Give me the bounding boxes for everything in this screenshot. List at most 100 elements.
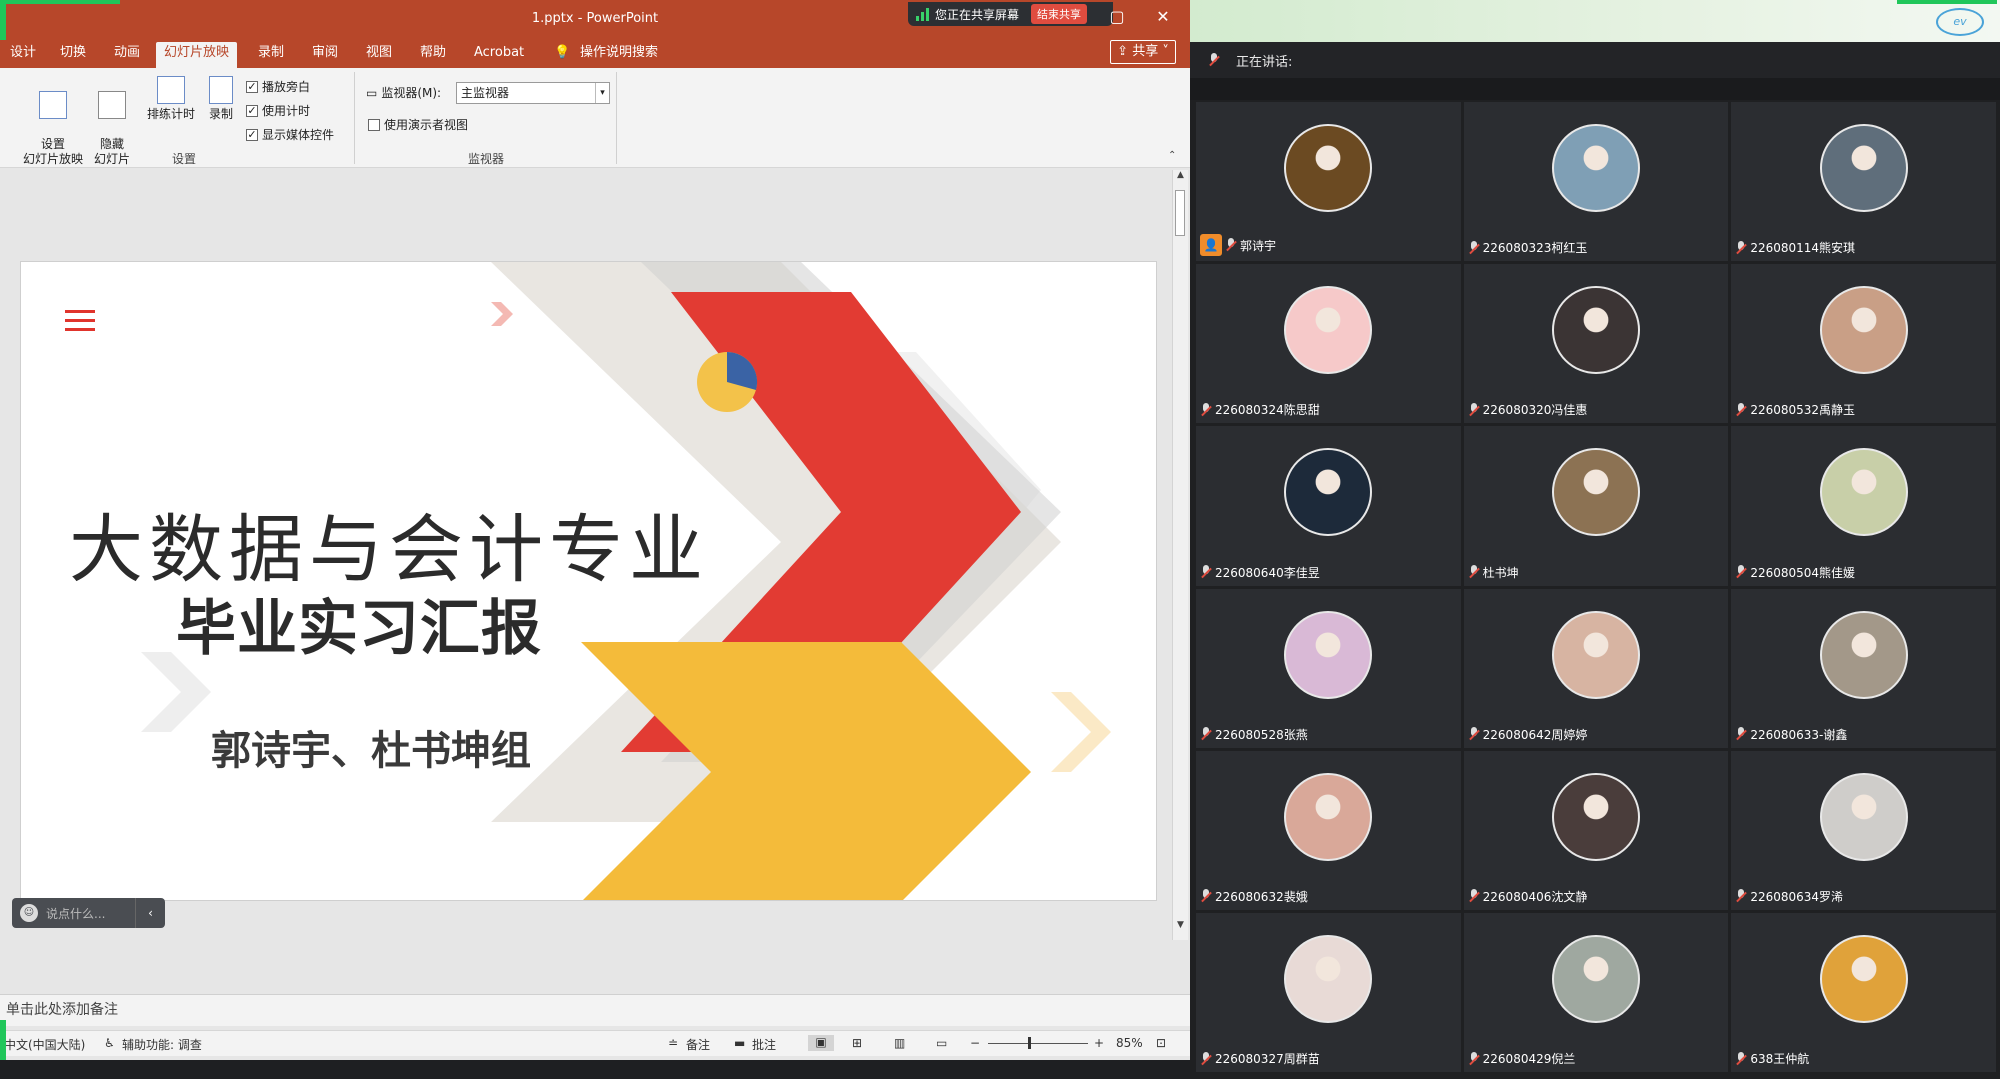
screen-share-banner: 您正在共享屏幕 结束共享 [908,2,1113,26]
tab-view[interactable]: 视图 [362,42,396,68]
zoom-level[interactable]: 85% [1116,1036,1143,1050]
notes-button[interactable]: 备注 [686,1036,710,1053]
participant-name-row: 226080528张燕 [1200,726,1308,743]
participant-name: 226080114熊安琪 [1750,241,1856,256]
participant-tile[interactable]: 226080429倪兰 [1463,912,1729,1072]
share-button[interactable]: ⇪ 共享 ˅ [1110,40,1176,64]
emoji-icon[interactable]: ☺ [20,904,38,922]
participant-name: 226080633-谢鑫 [1750,727,1848,742]
show-media-controls-checkbox[interactable]: ✓ 显示媒体控件 [246,126,334,143]
slide-canvas[interactable]: 大数据与会计专业 毕业实习汇报 郭诗宇、杜书坤组 [20,261,1157,901]
status-bar: 中文(中国大陆) ♿ 辅助功能: 调查 ≐ 备注 ▬ 批注 ▣ ⊞ ▥ ▭ − … [0,1030,1190,1056]
scroll-up-icon[interactable]: ▲ [1173,170,1188,184]
avatar [1284,286,1373,375]
tell-me-search[interactable]: 操作说明搜索 [576,42,662,68]
slide-sorter-icon[interactable]: ⊞ [852,1036,862,1050]
mic-off-icon [1200,565,1212,579]
rehearse-timings-button[interactable]: 排练计时 [142,76,200,122]
monitor-select[interactable]: 主监视器 ▾ [456,82,610,104]
record-button[interactable]: 录制 [204,76,238,122]
participant-name-row: 杜书坤 [1468,564,1519,581]
participant-tile[interactable]: 226080632裴娥 [1196,750,1461,910]
play-narration-checkbox[interactable]: ✓ 播放旁白 [246,78,310,95]
zoom-slider-thumb[interactable] [1028,1037,1031,1049]
zoom-out-icon[interactable]: − [970,1036,980,1050]
participant-tile[interactable]: 638王仲航 [1731,912,1996,1072]
tab-animations[interactable]: 动画 [110,42,144,68]
participant-name-row: 638王仲航 [1735,1050,1809,1067]
comments-button[interactable]: 批注 [752,1036,776,1053]
avatar [1284,934,1373,1023]
hide-slide-button[interactable]: 隐藏 幻灯片 [90,76,134,167]
participant-name-row: 226080406沈文静 [1468,888,1587,905]
hide-slide-label: 隐藏 幻灯片 [93,137,130,166]
accessibility-status[interactable]: 辅助功能: 调查 [122,1036,202,1053]
collapse-ribbon-icon[interactable]: ⌃ [1168,150,1176,161]
divider [354,72,355,164]
setup-slideshow-icon [39,91,67,119]
comment-input[interactable]: ☺ 说点什么... ‹ [12,898,165,928]
normal-view-icon[interactable]: ▣ [808,1035,834,1051]
use-timings-checkbox[interactable]: ✓ 使用计时 [246,102,310,119]
language-indicator[interactable]: 中文(中国大陆) [4,1036,85,1053]
capture-corner [0,0,6,40]
participant-tile[interactable]: 226080324陈思甜 [1196,264,1461,424]
tab-review[interactable]: 审阅 [308,42,342,68]
mic-off-icon [1200,889,1212,903]
participant-tile[interactable]: 226080640李佳昱 [1196,426,1461,586]
participant-name-row: 226080632裴娥 [1200,888,1308,905]
participant-tile[interactable]: 👤 郭诗宇 [1196,102,1461,262]
fit-slide-icon[interactable]: ⊡ [1156,1036,1166,1050]
participant-tile[interactable]: 226080406沈文静 [1463,750,1729,910]
participant-tile[interactable]: 226080633-谢鑫 [1731,588,1996,748]
tab-help[interactable]: 帮助 [416,42,450,68]
chevron-left-icon[interactable]: ‹ [135,898,165,928]
zoom-in-icon[interactable]: + [1094,1036,1104,1050]
participant-name: 226080528张燕 [1215,727,1308,742]
avatar [1819,610,1908,699]
tab-transitions[interactable]: 切换 [56,42,90,68]
presenter-view-checkbox[interactable]: 使用演示者视图 [368,116,468,133]
end-share-button[interactable]: 结束共享 [1031,4,1088,24]
participant-tile[interactable]: 226080634罗浠 [1731,750,1996,910]
tab-acrobat[interactable]: Acrobat [470,42,528,68]
close-icon[interactable]: ✕ [1150,6,1176,28]
setup-slideshow-button[interactable]: 设置 幻灯片放映 [18,76,88,167]
scroll-down-icon[interactable]: ▼ [1173,920,1188,934]
zoom-slider[interactable] [988,1043,1088,1044]
tab-record[interactable]: 录制 [254,42,288,68]
avatar [1284,448,1373,537]
avatar [1819,772,1908,861]
vertical-scrollbar[interactable]: ▲ ▼ [1172,170,1188,940]
participant-tile[interactable]: 杜书坤 [1463,426,1729,586]
tab-slideshow[interactable]: 幻灯片放映 [156,42,238,68]
participant-tile[interactable]: 226080528张燕 [1196,588,1461,748]
participant-grid: 👤 郭诗宇 226080323柯红玉 226080114熊安琪 226080324陈思甜… [1196,102,1996,1072]
participant-tile[interactable]: 226080532禹静玉 [1731,264,1996,424]
maximize-icon[interactable]: ▢ [1104,6,1130,28]
pink-arrow-shape [491,302,513,326]
participant-tile[interactable]: 226080642周婷婷 [1463,588,1729,748]
reading-view-icon[interactable]: ▥ [894,1036,905,1050]
participant-name-row: 226080633-谢鑫 [1735,726,1847,743]
participant-tile[interactable]: 226080504熊佳媛 [1731,426,1996,586]
participant-tile[interactable]: 226080114熊安琪 [1731,102,1996,262]
play-narration-label: 播放旁白 [262,80,311,94]
notes-pane[interactable]: 单击此处添加备注 [0,994,1190,1026]
participant-name-row: 👤 郭诗宇 [1200,234,1276,257]
participant-name: 226080324陈思甜 [1215,403,1320,418]
avatar [1819,124,1908,212]
participant-tile[interactable]: 226080323柯红玉 [1463,102,1729,262]
check-icon: ✓ [246,79,258,93]
avatar [1551,610,1640,699]
participant-tile[interactable]: 226080327周群苗 [1196,912,1461,1072]
participant-tile[interactable]: 226080320冯佳惠 [1463,264,1729,424]
slide-subtitle: 毕业实习汇报 [176,594,542,664]
mic-off-icon [1735,402,1747,417]
group-label-monitor: 监视器 [468,152,505,166]
participant-name-row: 226080532禹静玉 [1735,401,1855,418]
title-bar: 1.pptx - PowerPoint 您正在共享屏幕 结束共享 ▢ ✕ [0,0,1190,36]
slideshow-view-icon[interactable]: ▭ [936,1036,947,1050]
scrollbar-thumb[interactable] [1175,190,1185,236]
tab-design[interactable]: 设计 [6,42,40,68]
